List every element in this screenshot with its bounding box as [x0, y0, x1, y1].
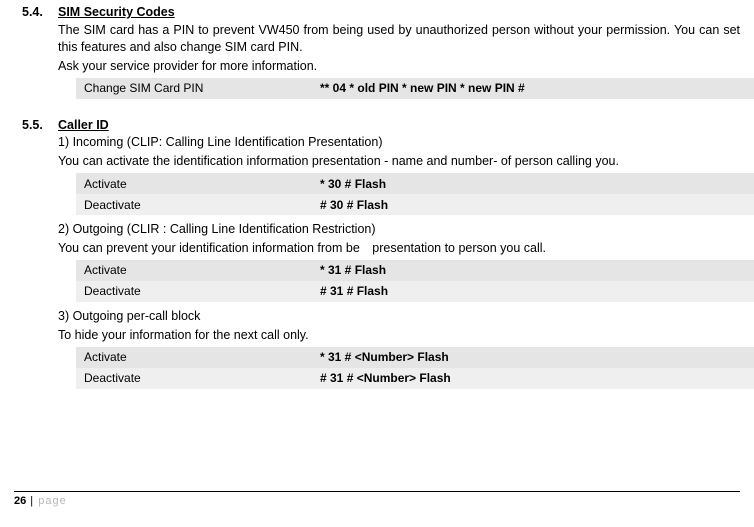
code-value: # 30 # Flash	[312, 194, 564, 215]
table-row: Activate* 30 # Flash	[76, 173, 754, 194]
code-value: * 31 # Flash	[312, 260, 564, 281]
section-body: SIM Security CodesThe SIM card has a PIN…	[58, 4, 740, 105]
code-blank	[564, 173, 754, 194]
code-value: * 30 # Flash	[312, 173, 564, 194]
code-value: # 31 # <Number> Flash	[312, 368, 564, 389]
code-value: # 31 # Flash	[312, 281, 564, 302]
section-body: Caller ID1) Incoming (CLIP: Calling Line…	[58, 117, 740, 395]
paragraph: 1) Incoming (CLIP: Calling Line Identifi…	[58, 134, 740, 151]
code-table: Activate* 30 # FlashDeactivate# 30 # Fla…	[76, 173, 754, 215]
table-row: Change SIM Card PIN** 04 * old PIN * new…	[76, 78, 754, 99]
table-row: Deactivate# 31 # <Number> Flash	[76, 368, 754, 389]
code-table: Change SIM Card PIN** 04 * old PIN * new…	[76, 78, 754, 99]
code-blank	[564, 260, 754, 281]
paragraph: You can activate the identification info…	[58, 153, 740, 170]
paragraph: 3) Outgoing per-call block	[58, 308, 740, 325]
section-title: SIM Security Codes	[58, 4, 740, 21]
code-label: Change SIM Card PIN	[76, 78, 312, 99]
table-row: Deactivate# 31 # Flash	[76, 281, 754, 302]
code-value: ** 04 * old PIN * new PIN * new PIN #	[312, 78, 564, 99]
code-blank	[564, 347, 754, 368]
paragraph: 2) Outgoing (CLIR : Calling Line Identif…	[58, 221, 740, 238]
footer-label: page	[38, 495, 66, 507]
page-number: 26	[14, 495, 26, 507]
code-label: Activate	[76, 260, 312, 281]
page-footer: 26 | page	[14, 491, 740, 509]
code-label: Deactivate	[76, 281, 312, 302]
paragraph: The SIM card has a PIN to prevent VW450 …	[58, 22, 740, 56]
code-label: Activate	[76, 347, 312, 368]
code-blank	[564, 78, 754, 99]
code-label: Deactivate	[76, 194, 312, 215]
footer-separator: |	[26, 495, 38, 507]
paragraph: Ask your service provider for more infor…	[58, 58, 740, 75]
code-blank	[564, 368, 754, 389]
table-row: Activate* 31 # <Number> Flash	[76, 347, 754, 368]
section-title: Caller ID	[58, 117, 740, 134]
code-label: Activate	[76, 173, 312, 194]
paragraph: You can prevent your identification info…	[58, 240, 740, 257]
table-row: Deactivate# 30 # Flash	[76, 194, 754, 215]
code-blank	[564, 281, 754, 302]
code-table: Activate* 31 # <Number> FlashDeactivate#…	[76, 347, 754, 389]
code-label: Deactivate	[76, 368, 312, 389]
section-number: 5.4.	[14, 4, 58, 21]
table-row: Activate* 31 # Flash	[76, 260, 754, 281]
code-value: * 31 # <Number> Flash	[312, 347, 564, 368]
section: 5.4.SIM Security CodesThe SIM card has a…	[14, 4, 740, 105]
code-table: Activate* 31 # FlashDeactivate# 31 # Fla…	[76, 260, 754, 302]
section: 5.5.Caller ID1) Incoming (CLIP: Calling …	[14, 117, 740, 395]
paragraph: To hide your information for the next ca…	[58, 327, 740, 344]
section-number: 5.5.	[14, 117, 58, 134]
code-blank	[564, 194, 754, 215]
